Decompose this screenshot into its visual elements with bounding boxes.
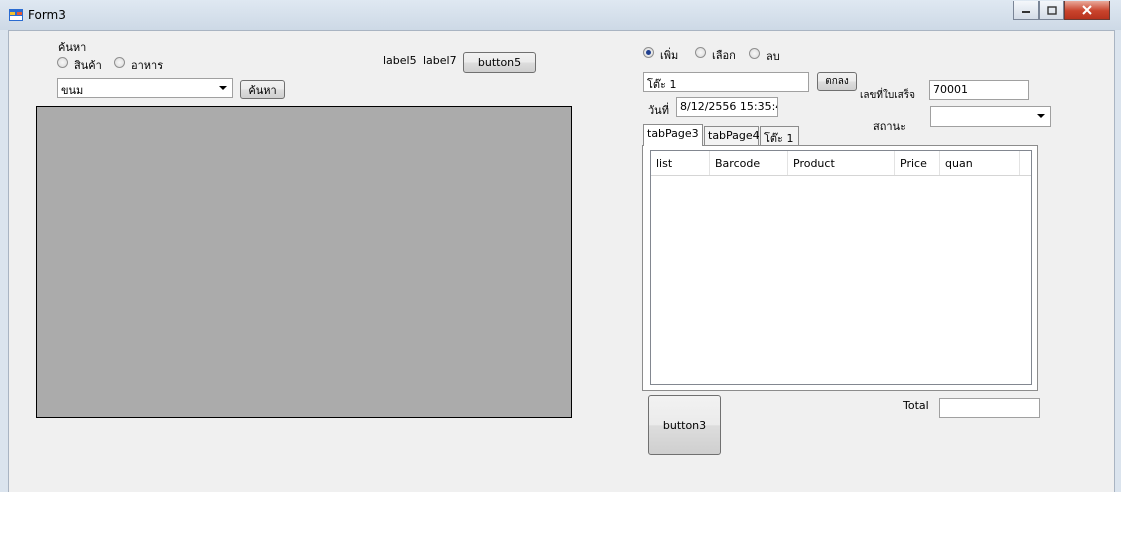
radio-product[interactable]	[57, 57, 68, 68]
search-heading: ค้นหา	[58, 41, 87, 54]
receipt-number-input[interactable]: 70001	[929, 80, 1029, 100]
tab-tabpage4[interactable]: tabPage4	[704, 126, 760, 145]
form-app-icon	[9, 9, 23, 21]
radio-mode-delete[interactable]	[749, 48, 760, 59]
column-header-barcode[interactable]: Barcode	[710, 151, 788, 175]
item-panel[interactable]	[36, 106, 572, 418]
radio-mode-add-label: เพิ่ม	[660, 49, 679, 62]
category-combobox-value: ขนม	[61, 84, 84, 97]
minimize-button[interactable]	[1013, 1, 1039, 20]
title-bar[interactable]: Form3	[0, 0, 1121, 30]
tab-table-1[interactable]: โต๊ะ 1	[760, 126, 799, 145]
total-label: Total	[903, 399, 929, 412]
table-name-input[interactable]: โต๊ะ 1	[643, 72, 809, 92]
maximize-icon	[1046, 5, 1057, 15]
radio-mode-select[interactable]	[695, 47, 706, 58]
total-input[interactable]	[939, 398, 1040, 418]
minimize-icon	[1022, 11, 1030, 13]
radio-mode-delete-label: ลบ	[766, 50, 780, 63]
chevron-down-icon	[219, 86, 227, 90]
listview-header: list Barcode Product Price quan	[651, 151, 1031, 176]
ok-button[interactable]: ตกลง	[817, 72, 857, 91]
radio-food[interactable]	[114, 57, 125, 68]
date-label: วันที่	[648, 104, 669, 117]
label5: label5	[383, 54, 417, 67]
status-combobox[interactable]	[930, 106, 1051, 127]
radio-product-label: สินค้า	[74, 59, 102, 72]
date-input[interactable]: 8/12/2556 15:35:47	[676, 97, 778, 117]
column-header-price[interactable]: Price	[895, 151, 940, 175]
column-header-list[interactable]: list	[651, 151, 710, 175]
window-title: Form3	[28, 8, 66, 22]
status-label: สถานะ	[873, 120, 906, 133]
search-button[interactable]: ค้นหา	[240, 80, 285, 99]
radio-food-label: อาหาร	[131, 59, 164, 72]
radio-mode-add[interactable]	[643, 47, 654, 58]
radio-mode-select-label: เลือก	[712, 49, 736, 62]
close-icon	[1082, 5, 1092, 15]
column-header-product[interactable]: Product	[788, 151, 895, 175]
column-header-quan[interactable]: quan	[940, 151, 1020, 175]
chevron-down-icon	[1037, 114, 1045, 118]
button5[interactable]: button5	[463, 52, 536, 73]
order-listview[interactable]: list Barcode Product Price quan	[650, 150, 1032, 385]
label7: label7	[423, 54, 457, 67]
button3[interactable]: button3	[648, 395, 721, 455]
close-button[interactable]	[1064, 1, 1110, 20]
tab-tabpage3[interactable]: tabPage3	[643, 124, 703, 146]
receipt-number-label: เลขที่ใบเสร็จ	[860, 90, 915, 101]
category-combobox[interactable]: ขนม	[57, 78, 233, 98]
maximize-button[interactable]	[1039, 1, 1064, 20]
